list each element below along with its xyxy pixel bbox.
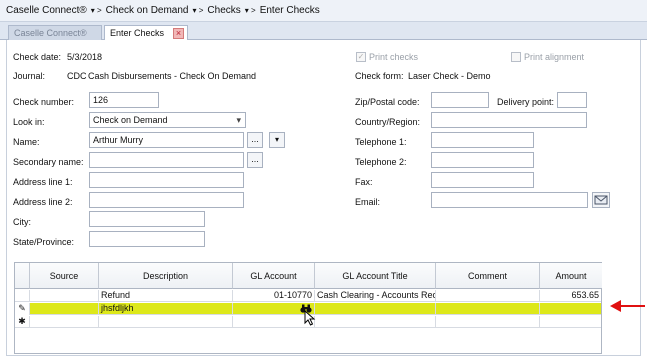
- address-line-1-label: Address line 1:: [13, 177, 73, 187]
- name-input[interactable]: Arthur Murry: [89, 132, 244, 148]
- secondary-name-lookup-button[interactable]: ...: [247, 152, 263, 168]
- delivery-point-input[interactable]: [557, 92, 587, 108]
- journal-label: Journal:: [13, 71, 46, 81]
- print-alignment-label: Print alignment: [524, 52, 585, 62]
- cell-description[interactable]: jhsfdljkh: [99, 303, 233, 315]
- tab-enter-checks-label: Enter Checks: [110, 28, 165, 38]
- email-icon[interactable]: [592, 192, 610, 208]
- state-province-input[interactable]: [89, 231, 205, 247]
- check-number-label: Check number:: [13, 97, 75, 107]
- breadcrumb-separator[interactable]: ▾ >: [91, 6, 102, 15]
- tab-enter-checks[interactable]: Enter Checks ×: [104, 25, 188, 41]
- fax-input[interactable]: [431, 172, 534, 188]
- new-row-asterisk-icon: ✱: [15, 316, 30, 328]
- zip-postal-code-label: Zip/Postal code:: [355, 97, 420, 107]
- journal-code: CDC: [67, 71, 87, 81]
- column-header-amount[interactable]: Amount: [540, 263, 602, 289]
- check-date-value: 5/3/2018: [67, 52, 103, 62]
- look-in-select[interactable]: Check on Demand ▾: [89, 112, 246, 128]
- cell-gl-account[interactable]: 01-10770: [233, 290, 315, 302]
- state-province-label: State/Province:: [13, 237, 75, 247]
- cell-description[interactable]: Refund: [99, 290, 233, 302]
- cell-source[interactable]: [30, 290, 99, 302]
- look-in-value: Check on Demand: [93, 115, 168, 125]
- cell-amount[interactable]: [540, 316, 601, 328]
- email-input[interactable]: [431, 192, 588, 208]
- column-header-description[interactable]: Description: [99, 263, 233, 289]
- breadcrumb-enter-checks: Enter Checks: [259, 5, 320, 16]
- close-icon[interactable]: ×: [173, 28, 184, 39]
- fax-label: Fax:: [355, 177, 373, 187]
- telephone-2-input[interactable]: [431, 152, 534, 168]
- cell-amount[interactable]: [540, 303, 601, 315]
- address-line-1-input[interactable]: [89, 172, 244, 188]
- breadcrumb: Caselle Connect® ▾ > Check on Demand ▾ >…: [0, 0, 647, 22]
- breadcrumb-separator[interactable]: ▾ >: [193, 6, 204, 15]
- cell-source[interactable]: [30, 316, 99, 328]
- breadcrumb-caselle-connect[interactable]: Caselle Connect®: [6, 5, 87, 16]
- check-form-label: Check form:: [355, 71, 404, 81]
- country-region-label: Country/Region:: [355, 117, 421, 127]
- column-header-source[interactable]: Source: [30, 263, 99, 289]
- pencil-icon: ✎: [15, 303, 30, 315]
- breadcrumb-check-on-demand[interactable]: Check on Demand: [106, 5, 189, 16]
- tab-bar: Caselle Connect® Enter Checks ×: [0, 22, 647, 41]
- telephone-2-label: Telephone 2:: [355, 157, 407, 167]
- cell-comment[interactable]: [436, 316, 540, 328]
- name-dropdown-button[interactable]: ▾: [269, 132, 285, 148]
- email-label: Email:: [355, 197, 381, 207]
- column-header-gl-account-title[interactable]: GL Account Title: [315, 263, 436, 289]
- look-in-label: Look in:: [13, 117, 45, 127]
- country-region-input[interactable]: [431, 112, 587, 128]
- row-indicator: [15, 290, 30, 302]
- print-checks-label: Print checks: [369, 52, 419, 62]
- cell-gl-account-title[interactable]: [315, 316, 436, 328]
- cell-source[interactable]: [30, 303, 99, 315]
- cell-gl-account-title[interactable]: Cash Clearing - Accounts Rec: [315, 290, 436, 302]
- check-number-input[interactable]: 126: [89, 92, 159, 108]
- cell-description[interactable]: [99, 316, 233, 328]
- check-form-value: Laser Check - Demo: [408, 71, 491, 81]
- tab-caselle-connect[interactable]: Caselle Connect®: [8, 25, 102, 40]
- cell-amount[interactable]: 653.65: [540, 290, 601, 302]
- secondary-name-input[interactable]: [89, 152, 244, 168]
- print-alignment-checkbox[interactable]: [511, 52, 521, 62]
- telephone-1-input[interactable]: [431, 132, 534, 148]
- row-indicator-header: [15, 263, 30, 289]
- column-header-gl-account[interactable]: GL Account: [233, 263, 315, 289]
- zip-postal-code-input[interactable]: [431, 92, 489, 108]
- city-label: City:: [13, 217, 31, 227]
- mouse-cursor-icon: [304, 310, 316, 326]
- city-input[interactable]: [89, 211, 205, 227]
- print-checks-checkbox[interactable]: ✓: [356, 52, 366, 62]
- telephone-1-label: Telephone 1:: [355, 137, 407, 147]
- cell-gl-account[interactable]: [233, 303, 315, 315]
- secondary-name-label: Secondary name:: [13, 157, 84, 167]
- column-header-comment[interactable]: Comment: [436, 263, 540, 289]
- journal-name: Cash Disbursements - Check On Demand: [88, 71, 257, 81]
- name-label: Name:: [13, 137, 40, 147]
- table-row[interactable]: Refund 01-10770 Cash Clearing - Accounts…: [15, 290, 601, 302]
- check-date-label: Check date:: [13, 52, 62, 62]
- breadcrumb-checks[interactable]: Checks: [207, 5, 240, 16]
- delivery-point-label: Delivery point:: [497, 97, 555, 107]
- name-lookup-button[interactable]: ...: [247, 132, 263, 148]
- breadcrumb-separator[interactable]: ▾ >: [245, 6, 256, 15]
- red-arrow-annotation-icon: [610, 300, 645, 312]
- cell-gl-account-title[interactable]: [315, 303, 436, 315]
- chevron-down-icon: ▾: [236, 115, 241, 125]
- address-line-2-label: Address line 2:: [13, 197, 73, 207]
- cell-gl-account[interactable]: [233, 316, 315, 328]
- cell-comment[interactable]: [436, 290, 540, 302]
- cell-comment[interactable]: [436, 303, 540, 315]
- gl-distribution-grid: Source Description GL Account GL Account…: [14, 262, 602, 354]
- address-line-2-input[interactable]: [89, 192, 244, 208]
